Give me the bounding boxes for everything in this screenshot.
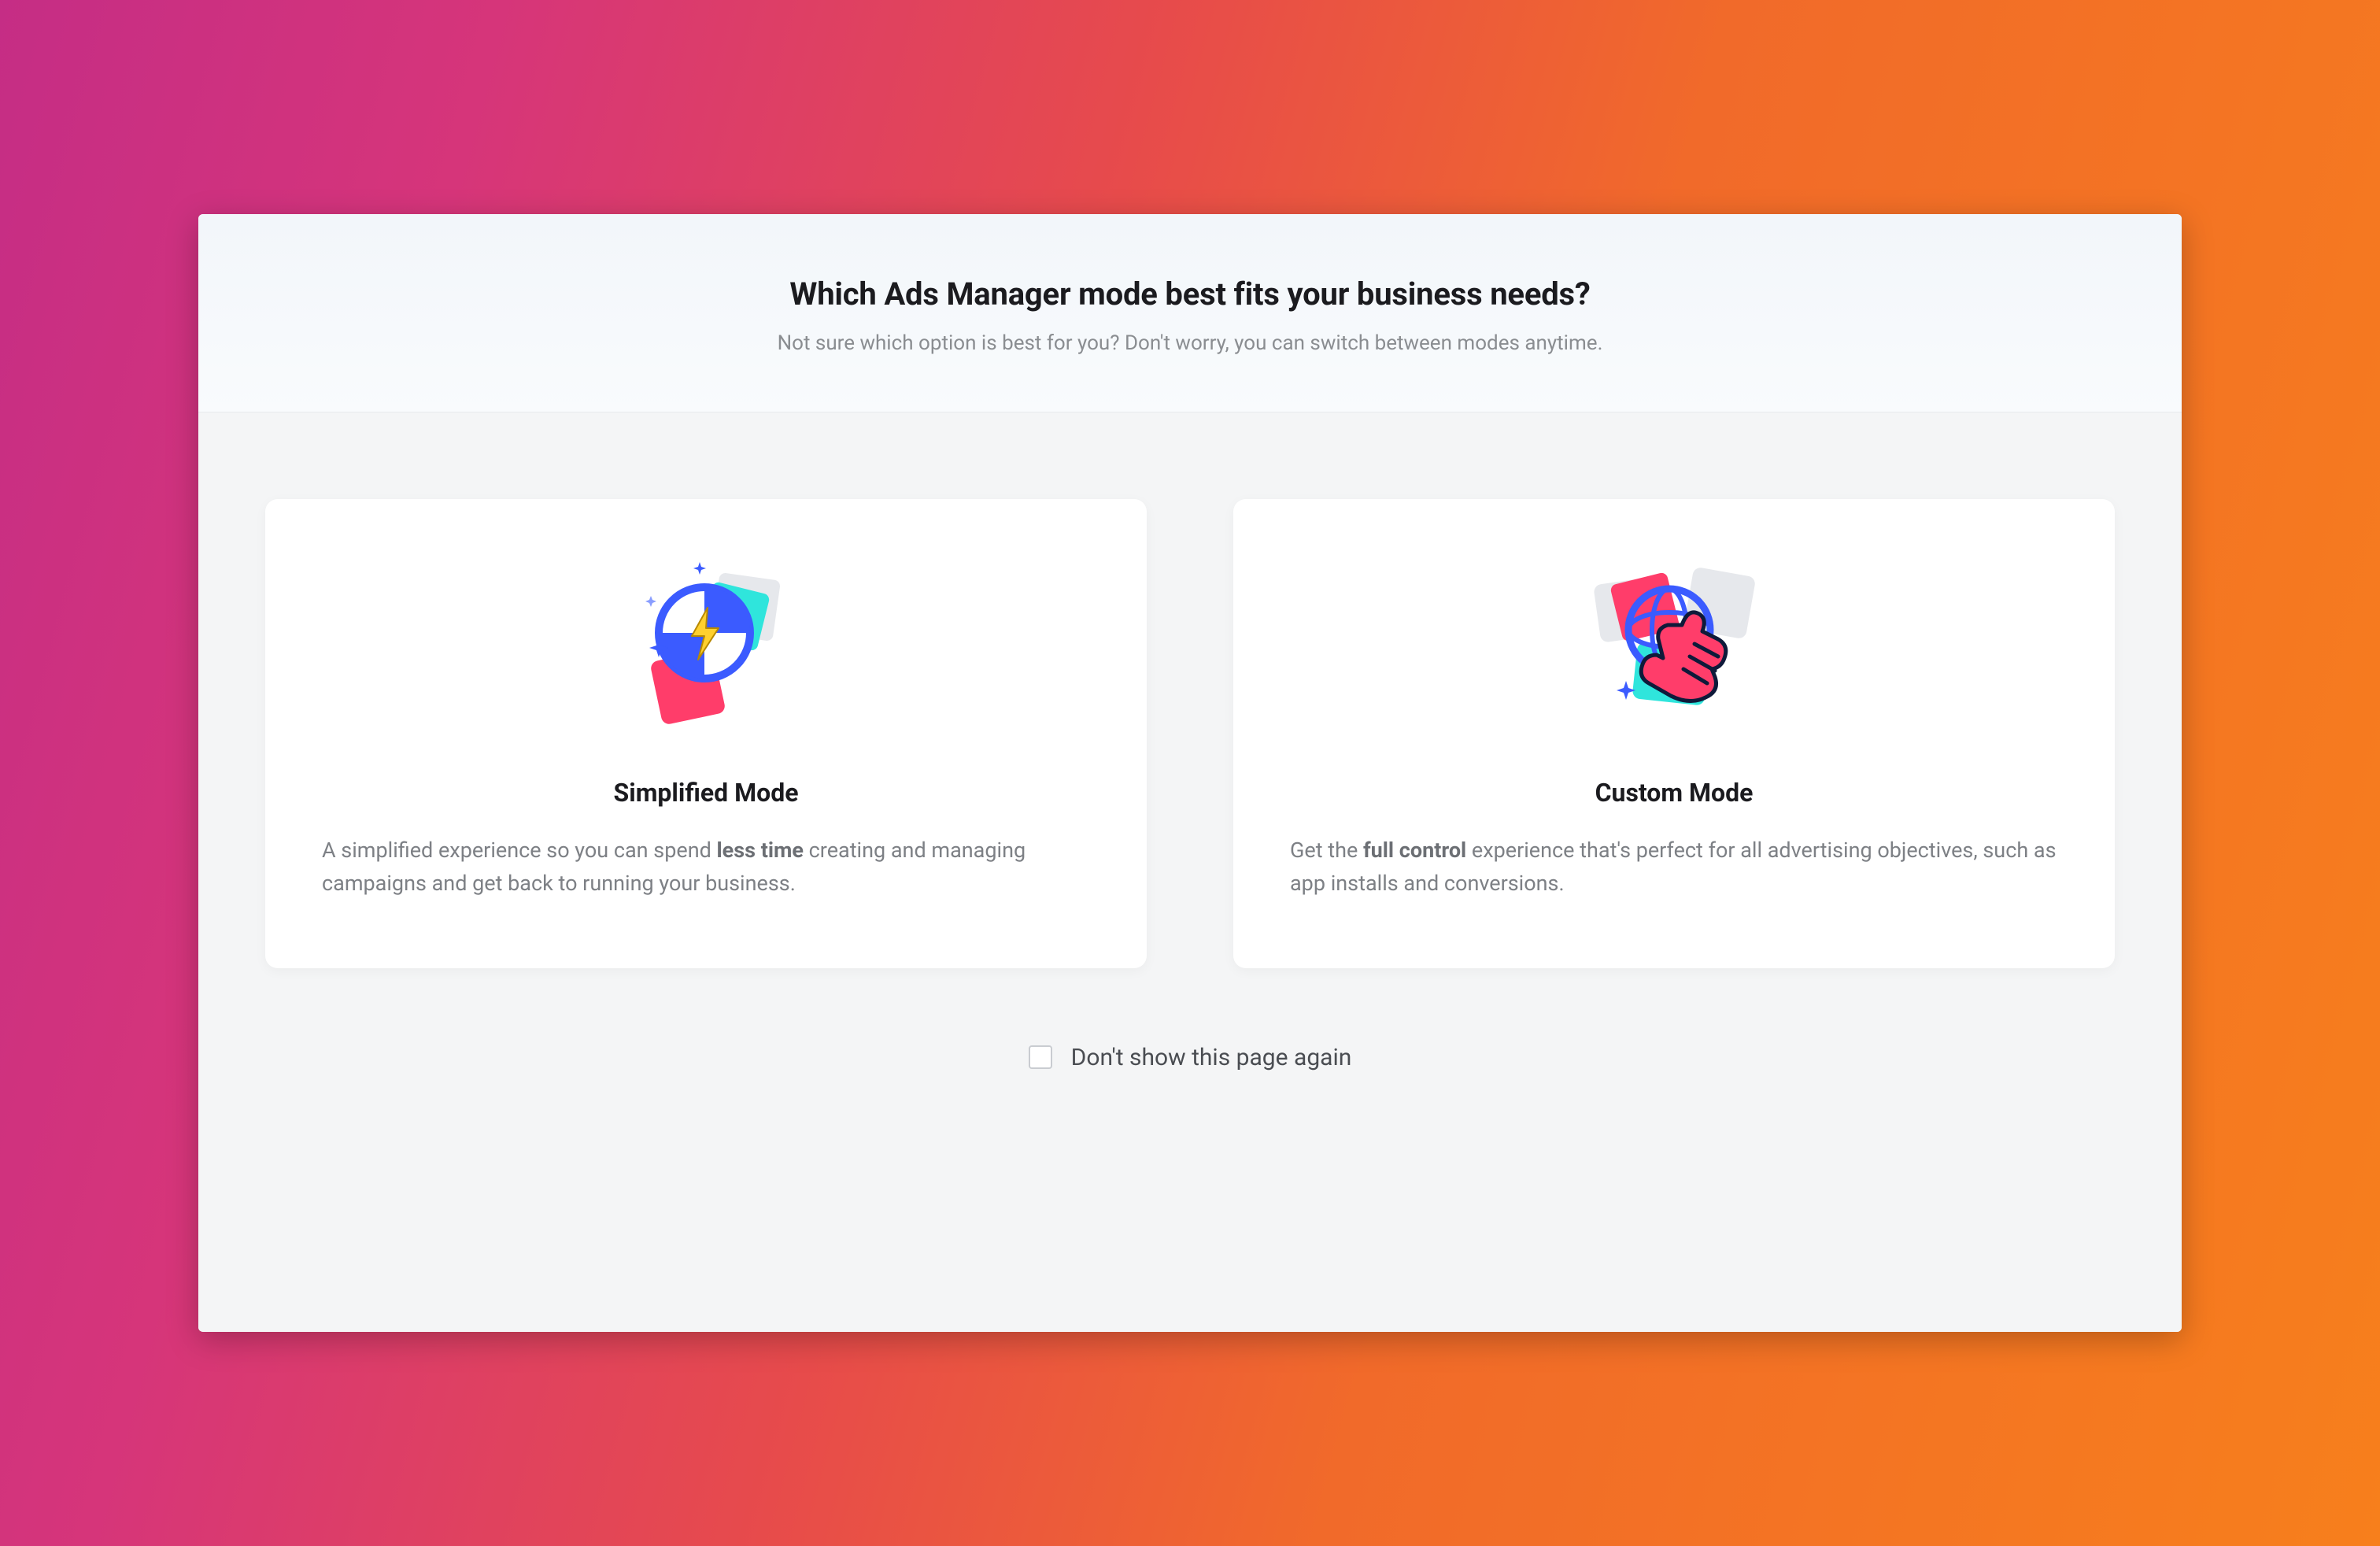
simplified-mode-card[interactable]: Simplified Mode A simplified experience … bbox=[265, 499, 1147, 968]
custom-mode-card[interactable]: Custom Mode Get the full control experie… bbox=[1233, 499, 2115, 968]
body: Simplified Mode A simplified experience … bbox=[198, 412, 2182, 1332]
simplified-mode-description: A simplified experience so you can spend… bbox=[322, 834, 1090, 901]
simplified-mode-title: Simplified Mode bbox=[322, 778, 1090, 808]
dont-show-again-checkbox[interactable]: Don't show this page again bbox=[1029, 1044, 1352, 1071]
header: Which Ads Manager mode best fits your bu… bbox=[198, 214, 2182, 412]
page-subtitle: Not sure which option is best for you? D… bbox=[230, 331, 2150, 355]
checkbox-box[interactable] bbox=[1029, 1045, 1052, 1069]
custom-mode-illustration bbox=[1290, 546, 2058, 751]
cards-row: Simplified Mode A simplified experience … bbox=[253, 499, 2127, 968]
compass-bolt-icon bbox=[619, 554, 793, 743]
globe-hand-icon bbox=[1580, 554, 1768, 743]
custom-mode-description: Get the full control experience that's p… bbox=[1290, 834, 2058, 901]
dont-show-again-label: Don't show this page again bbox=[1071, 1044, 1352, 1071]
mode-selection-panel: Which Ads Manager mode best fits your bu… bbox=[198, 214, 2182, 1332]
simplified-mode-illustration bbox=[322, 546, 1090, 751]
custom-mode-title: Custom Mode bbox=[1290, 778, 2058, 808]
page-title: Which Ads Manager mode best fits your bu… bbox=[230, 276, 2150, 313]
